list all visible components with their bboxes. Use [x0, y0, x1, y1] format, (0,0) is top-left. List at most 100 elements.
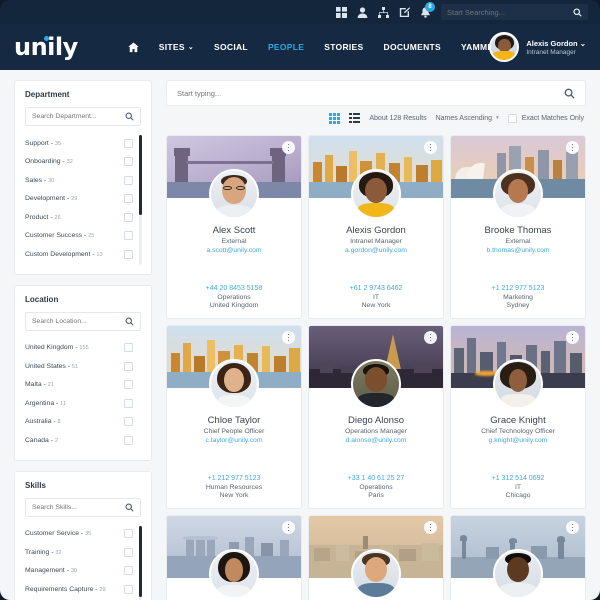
facet-checkbox[interactable]: [124, 157, 133, 167]
facet-checkbox[interactable]: [124, 249, 133, 259]
people-search-input[interactable]: [177, 88, 564, 98]
facet-option[interactable]: Management - 30: [25, 562, 133, 581]
nav-item-documents[interactable]: DOCUMENTS: [384, 42, 441, 52]
search-icon[interactable]: [125, 316, 134, 326]
facet-checkbox[interactable]: [124, 212, 133, 222]
facet-option[interactable]: Argentina - 11: [25, 394, 133, 413]
facet-scrollbar[interactable]: [139, 135, 142, 265]
location-search-input[interactable]: [32, 317, 122, 325]
person-phone[interactable]: +1 212 977 5123: [167, 475, 301, 482]
global-search-input[interactable]: [447, 7, 567, 17]
nav-item-stories[interactable]: STORIES: [324, 42, 363, 52]
unily-logo[interactable]: unily: [14, 35, 78, 59]
facet-option[interactable]: Canada - 2: [25, 431, 133, 450]
search-icon[interactable]: [573, 7, 582, 17]
more-options-icon[interactable]: [424, 331, 437, 344]
facet-option[interactable]: Sales - 30: [25, 171, 133, 190]
facet-option[interactable]: United Kingdom - 155: [25, 339, 133, 358]
facet-checkbox[interactable]: [124, 435, 133, 445]
facet-checkbox[interactable]: [124, 175, 133, 185]
people-search-box[interactable]: [166, 80, 586, 106]
more-options-icon[interactable]: [282, 141, 295, 154]
person-card[interactable]: Alex Scott External a.scott@unily.com +4…: [166, 135, 302, 319]
facet-scrollbar[interactable]: [139, 525, 142, 600]
facet-scrollbar-thumb[interactable]: [139, 135, 142, 216]
facet-option[interactable]: Malta - 21: [25, 376, 133, 395]
exact-matches-checkbox[interactable]: [507, 113, 517, 123]
person-card[interactable]: Grace Knight Chief Technology Officer g.…: [450, 325, 586, 509]
sitemap-icon[interactable]: [378, 6, 389, 18]
search-icon[interactable]: [564, 88, 575, 99]
sort-dropdown[interactable]: Names Ascending ▾: [436, 115, 499, 122]
facet-option[interactable]: Product - 26: [25, 208, 133, 227]
bell-icon[interactable]: 8: [420, 1, 435, 18]
more-options-icon[interactable]: [282, 521, 295, 534]
nav-item-sites[interactable]: SITES ⌄: [159, 42, 194, 52]
person-card[interactable]: Harry Clarke: [308, 515, 444, 600]
facet-checkbox[interactable]: [124, 231, 133, 241]
more-options-icon[interactable]: [566, 521, 579, 534]
location-search-box[interactable]: [25, 311, 141, 331]
facet-checkbox[interactable]: [124, 529, 133, 539]
facet-option[interactable]: Requirements Capture - 29: [25, 580, 133, 599]
facet-checkbox[interactable]: [124, 547, 133, 557]
person-phone[interactable]: +33 1 40 61 25 27: [309, 475, 443, 482]
facet-option[interactable]: Development - 29: [25, 190, 133, 209]
more-options-icon[interactable]: [424, 521, 437, 534]
facet-checkbox[interactable]: [124, 398, 133, 408]
facet-checkbox[interactable]: [124, 380, 133, 390]
facet-option[interactable]: Custom Development - 13: [25, 245, 133, 264]
nav-home-icon[interactable]: [128, 42, 139, 53]
search-icon[interactable]: [125, 502, 134, 512]
search-icon[interactable]: [125, 112, 134, 121]
list-view-icon[interactable]: [349, 112, 361, 124]
more-options-icon[interactable]: [424, 141, 437, 154]
person-card[interactable]: Alexis Gordon Intranet Manager a.gordon@…: [308, 135, 444, 319]
person-phone[interactable]: +1 312 514 0692: [451, 475, 585, 482]
department-search-box[interactable]: [25, 107, 141, 126]
facet-checkbox[interactable]: [124, 194, 133, 204]
compose-icon[interactable]: [399, 6, 410, 18]
person-email[interactable]: a.gordon@unily.com: [315, 247, 437, 254]
person-phone[interactable]: +1 212 977 5123: [451, 285, 585, 292]
skills-search-input[interactable]: [32, 503, 122, 511]
person-card[interactable]: Diego Alonso Operations Manager d.alonso…: [308, 325, 444, 509]
person-card[interactable]: Chloe Taylor Chief People Officer c.tayl…: [166, 325, 302, 509]
facet-checkbox[interactable]: [124, 584, 133, 594]
user-menu[interactable]: Alexis Gordon ⌄ Intranet Manager: [489, 32, 586, 62]
person-email[interactable]: c.taylor@unily.com: [173, 437, 295, 444]
facet-option[interactable]: Australia - 8: [25, 413, 133, 432]
facet-option[interactable]: Customer Service - 35: [25, 525, 133, 544]
facet-checkbox[interactable]: [124, 343, 133, 353]
more-options-icon[interactable]: [566, 331, 579, 344]
facet-checkbox[interactable]: [124, 566, 133, 576]
person-card[interactable]: Harper Prince: [166, 515, 302, 600]
person-card[interactable]: Brooke Thomas External b.thomas@unily.co…: [450, 135, 586, 319]
person-email[interactable]: b.thomas@unily.com: [457, 247, 579, 254]
person-card[interactable]: Hendrix James: [450, 515, 586, 600]
facet-scrollbar-thumb[interactable]: [139, 525, 142, 597]
person-email[interactable]: a.scott@unily.com: [173, 247, 295, 254]
apps-grid-icon[interactable]: [336, 6, 347, 18]
global-search-box[interactable]: [441, 4, 588, 20]
person-phone[interactable]: +61 2 9743 6462: [309, 285, 443, 292]
skills-search-box[interactable]: [25, 497, 141, 517]
person-icon[interactable]: [357, 6, 368, 18]
facet-checkbox[interactable]: [124, 417, 133, 427]
person-email[interactable]: g.knight@unily.com: [457, 437, 579, 444]
more-options-icon[interactable]: [282, 331, 295, 344]
grid-view-icon[interactable]: [329, 112, 341, 124]
nav-item-social[interactable]: SOCIAL: [214, 42, 248, 52]
facet-option[interactable]: Customer Success - 25: [25, 227, 133, 246]
person-email[interactable]: d.alonso@unily.com: [315, 437, 437, 444]
department-search-input[interactable]: [32, 113, 122, 120]
exact-matches-toggle[interactable]: Exact Matches Only: [507, 113, 584, 123]
person-phone[interactable]: +44 20 8453 5158: [167, 285, 301, 292]
more-options-icon[interactable]: [566, 141, 579, 154]
facet-option[interactable]: Support - 35: [25, 134, 133, 153]
facet-option[interactable]: United States - 51: [25, 357, 133, 376]
facet-checkbox[interactable]: [124, 361, 133, 371]
facet-option[interactable]: Onboarding - 32: [25, 153, 133, 172]
nav-item-people[interactable]: PEOPLE: [268, 42, 304, 52]
facet-option[interactable]: Training - 32: [25, 543, 133, 562]
